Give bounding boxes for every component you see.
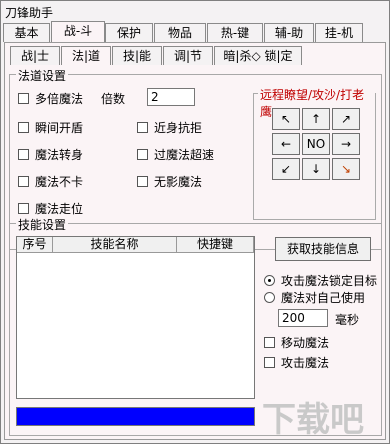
magic-no-lag-label: 魔法不卡 <box>35 175 84 189</box>
dir-down-right-button[interactable]: ↘ <box>332 158 360 180</box>
close-resist-label: 近身抗拒 <box>154 121 203 135</box>
instant-shield-checkbox[interactable] <box>18 122 29 133</box>
dir-left-button[interactable]: ← <box>272 133 300 155</box>
multiplier-label: 倍数 <box>101 92 126 106</box>
attack-magic-checkbox[interactable] <box>264 357 275 368</box>
magic-walk-checkbox[interactable] <box>18 203 29 214</box>
watermark-logo: 下载吧 <box>262 400 364 440</box>
dir-center-button[interactable]: NO <box>302 133 330 155</box>
dir-down-left-button[interactable]: ↙ <box>272 158 300 180</box>
progress-bar <box>16 407 255 426</box>
subtab-taoist[interactable]: 法|道 <box>61 46 111 65</box>
subtab-assassin-lock[interactable]: 暗|杀◇ 锁|定 <box>214 46 302 65</box>
get-skill-info-button[interactable]: 获取技能信息 <box>275 237 371 261</box>
magic-self-label: 魔法对自己使用 <box>281 291 366 305</box>
col-skill-name-header[interactable]: 技能名称 <box>53 237 177 253</box>
tab-hotkeys[interactable]: 热-键 <box>207 23 263 42</box>
magic-no-lag-checkbox[interactable] <box>18 176 29 187</box>
magic-overspeed-label: 过魔法超速 <box>154 148 215 162</box>
subtab-warrior[interactable]: 战|士 <box>10 46 60 65</box>
tab-afk[interactable]: 挂-机 <box>315 23 363 42</box>
magic-transfer-checkbox[interactable] <box>18 149 29 160</box>
move-magic-checkbox[interactable] <box>264 337 275 348</box>
tab-assist[interactable]: 辅-助 <box>264 23 314 42</box>
magic-self-radio[interactable] <box>264 292 275 303</box>
move-magic-label: 移动魔法 <box>281 336 330 350</box>
no-shadow-magic-label: 无影魔法 <box>154 175 203 189</box>
multi-magic-checkbox[interactable] <box>18 93 29 104</box>
multi-magic-label: 多倍魔法 <box>35 92 84 106</box>
tab-protect[interactable]: 保护 <box>105 23 153 42</box>
subtab-adjust[interactable]: 调|节 <box>163 46 213 65</box>
magic-transfer-label: 魔法转身 <box>35 148 84 162</box>
dir-up-button[interactable]: ↑ <box>302 108 330 130</box>
combat-panel: 战|士 法|道 技|能 调|节 暗|杀◇ 锁|定 法道设置 多倍魔法 倍数 2 … <box>4 42 386 440</box>
app-window: 刀锋助手 基本 战-斗 保护 物品 热-键 辅-助 挂-机 战|士 法|道 技|… <box>0 0 390 444</box>
multiplier-input[interactable]: 2 <box>147 88 195 106</box>
window-title: 刀锋助手 <box>5 6 54 20</box>
col-hotkey-header[interactable]: 快捷键 <box>177 237 254 253</box>
instant-shield-label: 瞬间开盾 <box>35 121 84 135</box>
fadao-group-title: 法道设置 <box>16 67 69 84</box>
magic-overspeed-checkbox[interactable] <box>137 149 148 160</box>
close-resist-checkbox[interactable] <box>137 122 148 133</box>
direction-group: 远程瞭望/攻沙/打老鹰 ↖ ↑ ↗ ← NO → ↙ ↓ ↘ <box>253 86 376 220</box>
tab-combat[interactable]: 战-斗 <box>51 21 105 43</box>
dir-up-left-button[interactable]: ↖ <box>272 108 300 130</box>
attack-lock-target-label: 攻击魔法锁定目标 <box>281 274 378 288</box>
title-bar: 刀锋助手 <box>1 1 389 21</box>
tab-items[interactable]: 物品 <box>154 23 206 42</box>
attack-lock-target-radio[interactable] <box>264 275 275 286</box>
ms-input[interactable]: 200 <box>278 309 328 327</box>
skill-group-title: 技能设置 <box>16 216 69 233</box>
dir-down-button[interactable]: ↓ <box>302 158 330 180</box>
dir-up-right-button[interactable]: ↗ <box>332 108 360 130</box>
tab-basic[interactable]: 基本 <box>3 23 50 42</box>
subtab-skill[interactable]: 技|能 <box>112 46 162 65</box>
magic-walk-label: 魔法走位 <box>35 202 84 216</box>
skill-list[interactable]: 序号 技能名称 快捷键 <box>16 236 255 399</box>
col-index-header[interactable]: 序号 <box>17 237 53 253</box>
ms-unit-label: 毫秒 <box>335 313 360 327</box>
no-shadow-magic-checkbox[interactable] <box>137 176 148 187</box>
attack-magic-label: 攻击魔法 <box>281 356 330 370</box>
dir-right-button[interactable]: → <box>332 133 360 155</box>
